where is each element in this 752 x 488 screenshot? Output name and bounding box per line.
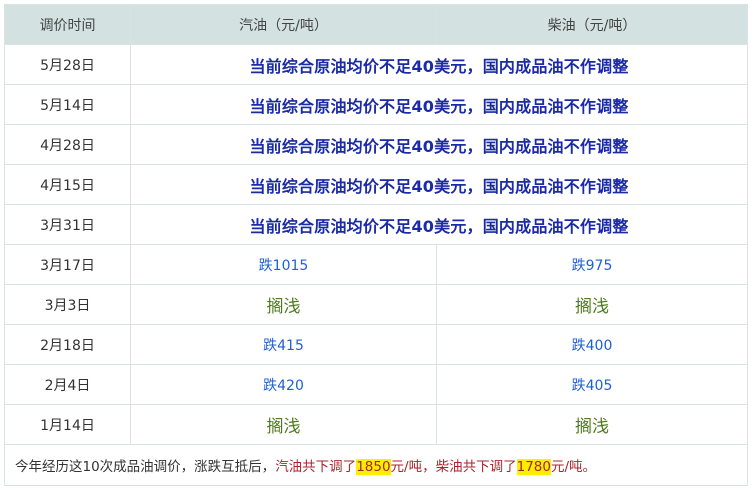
table-row: 5月28日 当前综合原油均价不足40美元，国内成品油不作调整	[4, 44, 748, 85]
header-row: 调价时间 汽油（元/吨） 柴油（元/吨）	[4, 4, 748, 45]
table-row: 5月14日 当前综合原油均价不足40美元，国内成品油不作调整	[4, 84, 748, 125]
gasoline-summary-text: 汽油共下调了	[275, 459, 357, 475]
date-cell: 3月17日	[4, 244, 131, 285]
diesel-summary-text: 柴油共下调了	[435, 459, 517, 475]
date-cell: 5月14日	[4, 84, 131, 125]
table-row: 1月14日 搁浅 搁浅	[4, 404, 748, 445]
gasoline-change-cell: 跌1015	[130, 244, 437, 285]
date-cell: 4月15日	[4, 164, 131, 205]
table-row: 2月4日 跌420 跌405	[4, 364, 748, 405]
header-date: 调价时间	[4, 4, 131, 45]
table-row: 4月15日 当前综合原油均价不足40美元，国内成品油不作调整	[4, 164, 748, 205]
price-adjustment-table-container: 调价时间 汽油（元/吨） 柴油（元/吨） 5月28日 当前综合原油均价不足40美…	[4, 4, 748, 486]
notice-cell: 当前综合原油均价不足40美元，国内成品油不作调整	[130, 44, 748, 85]
header-gasoline: 汽油（元/吨）	[130, 4, 437, 45]
table-row: 4月28日 当前综合原油均价不足40美元，国内成品油不作调整	[4, 124, 748, 165]
gasoline-total-unit: 元/吨，	[390, 459, 436, 475]
gasoline-change-cell: 跌415	[130, 324, 437, 365]
diesel-total-unit: 元/吨。	[550, 459, 597, 475]
date-cell: 3月31日	[4, 204, 131, 245]
diesel-change-cell: 搁浅	[436, 284, 748, 325]
notice-cell: 当前综合原油均价不足40美元，国内成品油不作调整	[130, 164, 748, 205]
summary-row: 今年经历这10次成品油调价，涨跌互抵后，汽油共下调了1850元/吨，柴油共下调了…	[4, 444, 748, 486]
notice-cell: 当前综合原油均价不足40美元，国内成品油不作调整	[130, 204, 748, 245]
table-row: 3月17日 跌1015 跌975	[4, 244, 748, 285]
table-row: 3月3日 搁浅 搁浅	[4, 284, 748, 325]
date-cell: 3月3日	[4, 284, 131, 325]
gasoline-change-cell: 搁浅	[130, 404, 437, 445]
gasoline-change-cell: 跌420	[130, 364, 437, 405]
notice-cell: 当前综合原油均价不足40美元，国内成品油不作调整	[130, 84, 748, 125]
diesel-change-cell: 跌405	[436, 364, 748, 405]
date-cell: 4月28日	[4, 124, 131, 165]
price-adjustment-table: 调价时间 汽油（元/吨） 柴油（元/吨） 5月28日 当前综合原油均价不足40美…	[4, 4, 748, 486]
date-cell: 1月14日	[4, 404, 131, 445]
date-cell: 2月4日	[4, 364, 131, 405]
diesel-total-value: 1780	[516, 459, 551, 475]
summary-cell: 今年经历这10次成品油调价，涨跌互抵后，汽油共下调了1850元/吨，柴油共下调了…	[4, 444, 748, 486]
header-diesel: 柴油（元/吨）	[436, 4, 748, 45]
summary-intro: 今年经历这10次成品油调价，涨跌互抵后，	[15, 459, 276, 475]
notice-cell: 当前综合原油均价不足40美元，国内成品油不作调整	[130, 124, 748, 165]
table-row: 2月18日 跌415 跌400	[4, 324, 748, 365]
date-cell: 2月18日	[4, 324, 131, 365]
diesel-change-cell: 跌400	[436, 324, 748, 365]
date-cell: 5月28日	[4, 44, 131, 85]
gasoline-change-cell: 搁浅	[130, 284, 437, 325]
diesel-change-cell: 搁浅	[436, 404, 748, 445]
table-row: 3月31日 当前综合原油均价不足40美元，国内成品油不作调整	[4, 204, 748, 245]
gasoline-total-value: 1850	[356, 459, 391, 475]
diesel-change-cell: 跌975	[436, 244, 748, 285]
